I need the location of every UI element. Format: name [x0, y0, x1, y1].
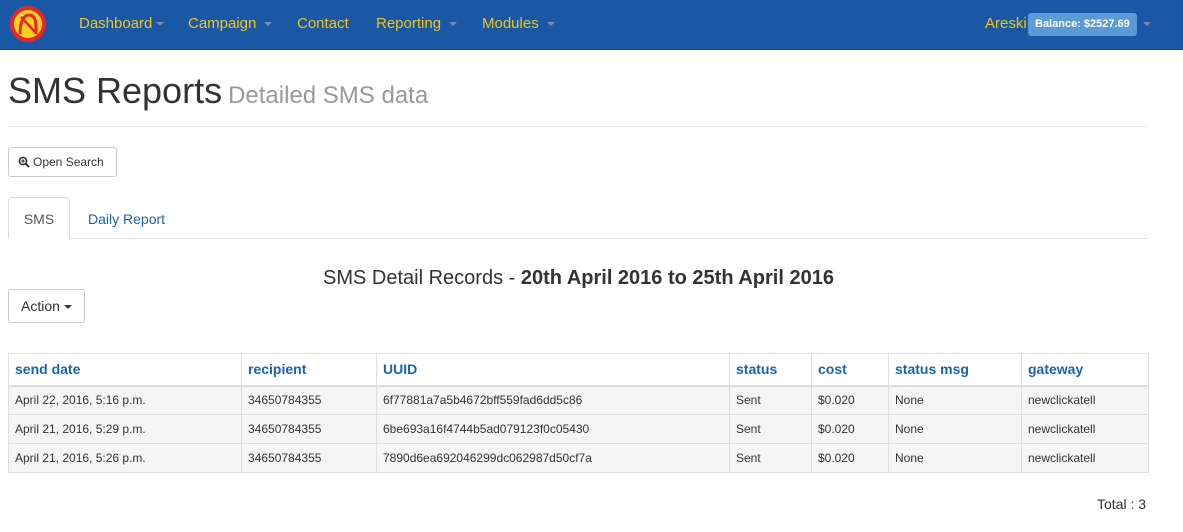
nav-dashboard[interactable]: Dashboard: [79, 15, 165, 32]
table-header-row: send date recipient UUID status cost sta…: [8, 353, 1149, 387]
cell-status: Sent: [729, 443, 812, 473]
caret-down-icon: [449, 22, 458, 27]
cell-cost: $0.020: [811, 385, 889, 415]
cell-send-date: April 22, 2016, 5:16 p.m.: [8, 385, 242, 415]
nav-modules[interactable]: Modules: [482, 15, 555, 32]
cell-send-date: April 21, 2016, 5:26 p.m.: [8, 443, 242, 473]
page-title-text: SMS Reports: [8, 70, 223, 111]
cell-uuid: 6f77881a7a5b4672bff559fad6dd5c86: [376, 385, 730, 415]
cell-gateway: newclickatell: [1021, 385, 1149, 415]
nav-modules-label: Modules: [482, 15, 539, 32]
nav-campaign-label: Campaign: [188, 15, 257, 32]
nav-dashboard-label: Dashboard: [79, 15, 153, 32]
nav-reporting-label: Reporting: [376, 15, 442, 32]
nav-reporting[interactable]: Reporting: [376, 15, 458, 32]
tab-daily-report[interactable]: Daily Report: [88, 211, 165, 227]
action-dropdown-button[interactable]: Action: [8, 289, 85, 323]
column-uuid[interactable]: UUID: [376, 353, 730, 387]
column-status-msg[interactable]: status msg: [888, 353, 1022, 387]
sms-records-table: send date recipient UUID status cost sta…: [8, 353, 1149, 473]
nav-campaign[interactable]: Campaign: [188, 15, 273, 32]
top-navbar: Dashboard Campaign Contact Reporting Mod…: [0, 0, 1183, 50]
cell-status-msg: None: [888, 385, 1022, 415]
nav-contact-label: Contact: [297, 15, 349, 32]
cell-cost: $0.020: [811, 414, 889, 444]
column-send-date[interactable]: send date: [8, 353, 242, 387]
cell-recipient: 34650784355: [241, 385, 377, 415]
report-date-range: 20th April 2016 to 25th April 2016: [520, 267, 834, 289]
column-recipient[interactable]: recipient: [241, 353, 377, 387]
caret-down-icon: [546, 22, 555, 27]
cell-cost: $0.020: [811, 443, 889, 473]
cell-status: Sent: [729, 414, 812, 444]
nav-user[interactable]: Areski: [985, 15, 1027, 32]
logo-icon[interactable]: [9, 5, 47, 43]
caret-down-icon: [156, 22, 165, 27]
tab-sms[interactable]: SMS: [8, 197, 70, 239]
column-gateway[interactable]: gateway: [1021, 353, 1149, 387]
page-title: SMS Reports Detailed SMS data: [8, 70, 428, 112]
column-status[interactable]: status: [729, 353, 812, 387]
caret-down-icon: [63, 305, 72, 310]
table-row: April 21, 2016, 5:29 p.m. 34650784355 6b…: [8, 414, 1149, 444]
cell-recipient: 34650784355: [241, 414, 377, 444]
action-label: Action: [21, 298, 60, 314]
header-divider: [8, 126, 1148, 127]
cell-status: Sent: [729, 385, 812, 415]
cell-uuid: 6be693a16f4744b5ad079123f0c05430: [376, 414, 730, 444]
open-search-label: Open Search: [33, 155, 104, 169]
table-row: April 21, 2016, 5:26 p.m. 34650784355 78…: [8, 443, 1149, 473]
caret-down-icon: [264, 22, 273, 27]
cell-gateway: newclickatell: [1021, 443, 1149, 473]
report-heading: SMS Detail Records - 20th April 2016 to …: [0, 267, 1157, 290]
user-menu-caret-icon[interactable]: [1143, 22, 1151, 26]
cell-recipient: 34650784355: [241, 443, 377, 473]
nav-contact[interactable]: Contact: [297, 15, 349, 32]
tabs-divider: [8, 238, 1148, 239]
cell-gateway: newclickatell: [1021, 414, 1149, 444]
cell-status-msg: None: [888, 414, 1022, 444]
zoom-in-icon: [18, 156, 30, 168]
cell-uuid: 7890d6ea692046299dc062987d50cf7a: [376, 443, 730, 473]
cell-status-msg: None: [888, 443, 1022, 473]
total-count: Total : 3: [1097, 496, 1147, 512]
open-search-button[interactable]: Open Search: [8, 147, 117, 177]
report-heading-prefix: SMS Detail Records -: [323, 267, 521, 289]
page-subtitle: Detailed SMS data: [228, 82, 429, 109]
table-row: April 22, 2016, 5:16 p.m. 34650784355 6f…: [8, 385, 1149, 415]
cell-send-date: April 21, 2016, 5:29 p.m.: [8, 414, 242, 444]
column-cost[interactable]: cost: [811, 353, 889, 387]
balance-badge[interactable]: Balance: $2527.69: [1028, 13, 1137, 36]
